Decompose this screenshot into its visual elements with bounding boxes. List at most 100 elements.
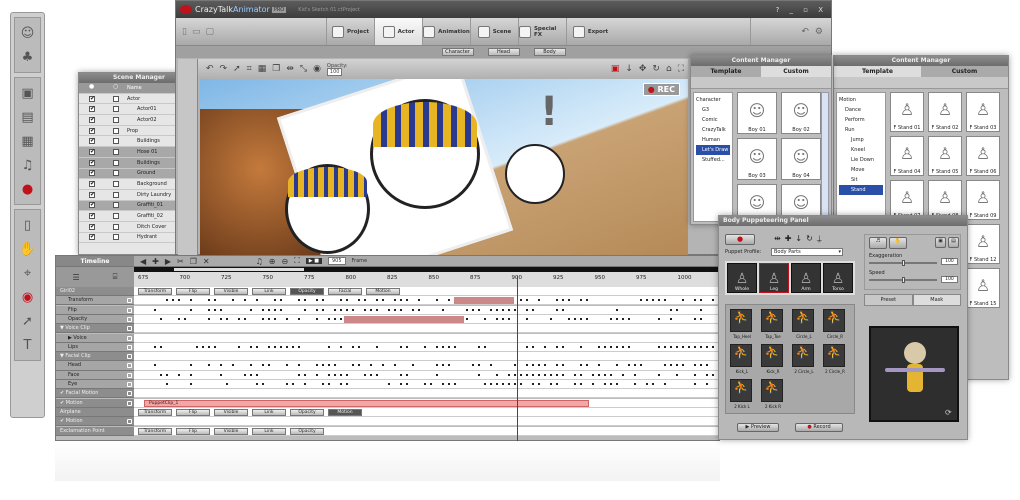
keyframe[interactable]	[298, 299, 300, 302]
keyframe[interactable]	[322, 299, 324, 302]
keyframe[interactable]	[598, 345, 600, 348]
keyframe[interactable]	[442, 345, 444, 348]
track-tag[interactable]: Transform	[138, 288, 172, 295]
keyframe[interactable]	[442, 383, 444, 385]
track-toggle-icon[interactable]	[127, 363, 132, 369]
delete-key-icon[interactable]: ✕	[203, 257, 210, 266]
keyframe[interactable]	[298, 317, 300, 320]
keyframe[interactable]	[526, 373, 528, 376]
motion-preset[interactable]: ⛹ 2 Kick L	[730, 379, 752, 409]
keyframe[interactable]	[538, 364, 540, 367]
keyframe[interactable]	[514, 364, 516, 367]
text-icon[interactable]: T	[19, 334, 36, 356]
keyframe[interactable]	[406, 373, 408, 376]
record-icon[interactable]: ◉	[19, 286, 36, 308]
lock-checkbox[interactable]	[113, 202, 119, 209]
down-icon[interactable]: ↓	[795, 234, 802, 244]
keyframe[interactable]	[190, 373, 192, 376]
keyframe[interactable]	[334, 373, 336, 376]
keyframe[interactable]	[520, 383, 522, 385]
keyframe[interactable]	[580, 317, 582, 320]
motion-clip[interactable]: PuppetClip_1	[144, 399, 589, 407]
track-toggle-icon[interactable]	[127, 316, 132, 322]
keyframe[interactable]	[532, 345, 534, 348]
keyframe[interactable]	[556, 373, 558, 376]
keyframe[interactable]	[166, 299, 168, 302]
keyframe[interactable]	[616, 383, 618, 385]
track-tag[interactable]: Visible	[214, 288, 248, 295]
keyframe[interactable]	[238, 317, 240, 320]
subtab-body[interactable]: Body	[533, 48, 566, 56]
keyframe[interactable]	[316, 299, 318, 302]
keyframe[interactable]	[556, 299, 558, 302]
keyframe[interactable]	[664, 345, 666, 348]
visibility-icon[interactable]: ◉	[313, 64, 321, 74]
keyframe[interactable]	[610, 345, 612, 348]
tree-item[interactable]: CrazyTalk	[696, 125, 730, 135]
keyframe[interactable]	[478, 308, 480, 311]
visible-checkbox[interactable]: ✔	[89, 170, 95, 177]
keyframe[interactable]	[604, 383, 606, 385]
keyframe[interactable]	[358, 299, 360, 302]
track-label[interactable]: Transform	[56, 296, 134, 306]
track-label[interactable]: ▼ Facial Clip	[56, 352, 134, 362]
mask-preview[interactable]: ⟳	[869, 326, 959, 422]
lock-checkbox[interactable]	[113, 148, 119, 155]
keyframe[interactable]	[376, 308, 378, 311]
subtab-character[interactable]: Character	[441, 48, 474, 56]
visible-checkbox[interactable]: ✔	[89, 223, 95, 230]
keyframe[interactable]	[610, 317, 612, 320]
keyframe[interactable]	[448, 364, 450, 367]
keyframe[interactable]	[478, 364, 480, 367]
keyframe[interactable]	[490, 364, 492, 367]
keyframe[interactable]	[664, 299, 666, 302]
track-label[interactable]: Exclamation Point	[56, 426, 134, 436]
actor-icon[interactable]: ☺	[19, 22, 36, 44]
keyframe[interactable]	[622, 345, 624, 348]
keyframe[interactable]	[340, 299, 342, 302]
keyframe[interactable]	[634, 364, 636, 367]
keyframe[interactable]	[616, 364, 618, 367]
keyframe[interactable]	[256, 345, 258, 348]
keyframe[interactable]	[430, 383, 432, 385]
keyframe[interactable]	[622, 373, 624, 376]
keyframe[interactable]	[532, 308, 534, 311]
keyframe[interactable]	[472, 308, 474, 311]
keyframe[interactable]	[274, 317, 276, 320]
fit-view-icon[interactable]: ⛶	[678, 64, 684, 74]
body-part-arm[interactable]: ♙ Arm	[791, 263, 821, 293]
keyframe[interactable]	[370, 308, 372, 311]
prop-icon[interactable]: ♣	[19, 46, 36, 68]
content-thumbnail[interactable]: ♙F Stand 07	[890, 180, 924, 220]
keyframe[interactable]	[688, 345, 690, 348]
keyframe[interactable]	[364, 299, 366, 302]
lock-checkbox[interactable]	[113, 95, 119, 102]
keyframe[interactable]	[556, 308, 558, 311]
content-thumbnail[interactable]: ☺ Boy 03	[737, 138, 777, 180]
keyframe[interactable]	[646, 299, 648, 302]
keyframe[interactable]	[658, 345, 660, 348]
keyframe[interactable]	[670, 317, 672, 320]
keyframe[interactable]	[298, 345, 300, 348]
tree-item[interactable]: Stand	[839, 185, 883, 195]
keyframe[interactable]	[466, 317, 468, 320]
keyframe[interactable]	[538, 299, 540, 302]
undo-icon[interactable]: ↶	[206, 64, 214, 74]
keyframe[interactable]	[454, 383, 456, 385]
keyframe[interactable]	[208, 299, 210, 302]
keyframe[interactable]	[292, 345, 294, 348]
track-lane[interactable]	[134, 324, 721, 334]
keyframe[interactable]	[346, 308, 348, 311]
select-tool-icon[interactable]: ➚	[233, 64, 241, 74]
redo-icon[interactable]: ↷	[220, 64, 228, 74]
keyframe[interactable]	[532, 373, 534, 376]
keyframe[interactable]	[628, 345, 630, 348]
keyframe[interactable]	[280, 299, 282, 302]
keyframe[interactable]	[208, 308, 210, 311]
keyframe[interactable]	[316, 308, 318, 311]
keyframe[interactable]	[670, 308, 672, 311]
keyframe[interactable]	[316, 317, 318, 320]
track-tag[interactable]: Flip	[176, 288, 210, 295]
keyframe[interactable]	[670, 364, 672, 367]
content-thumbnail[interactable]: ♙ F Stand 05	[928, 136, 962, 176]
